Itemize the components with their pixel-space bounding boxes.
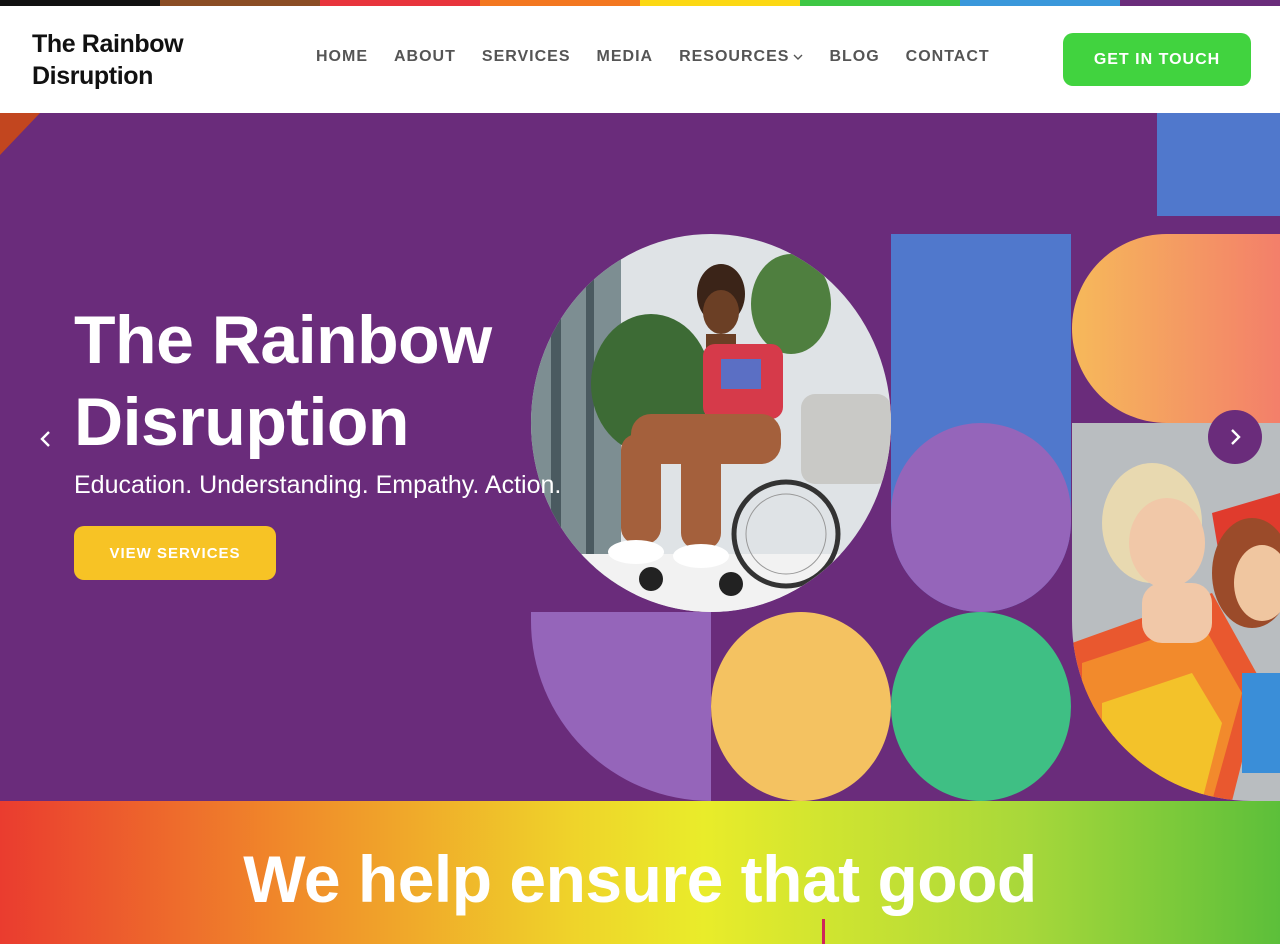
- main-nav: HOME ABOUT SERVICES MEDIA RESOURCES BLOG…: [316, 48, 1016, 66]
- hero-title: The Rainbow Disruption: [74, 299, 492, 463]
- text-cursor: [822, 919, 825, 944]
- nav-resources-label: RESOURCES: [679, 48, 790, 65]
- nav-contact[interactable]: CONTACT: [906, 48, 990, 66]
- view-services-button[interactable]: VIEW SERVICES: [74, 526, 276, 580]
- site-header: The Rainbow Disruption HOME ABOUT SERVIC…: [0, 6, 1280, 113]
- hero-tagline: Education. Understanding. Empathy. Actio…: [74, 471, 562, 499]
- mission-band: We help ensure that good: [0, 801, 1280, 944]
- chevron-down-icon: [793, 54, 803, 60]
- hero-title-line-1: The Rainbow: [74, 302, 492, 378]
- nav-services[interactable]: SERVICES: [482, 48, 571, 66]
- mission-heading: We help ensure that good: [243, 842, 1037, 916]
- hero-title-line-2: Disruption: [74, 384, 409, 460]
- nav-about[interactable]: ABOUT: [394, 48, 456, 66]
- hero-photo-pride-couple: [1072, 423, 1280, 801]
- lilac-pill-shape: [891, 423, 1071, 612]
- logo-line-2: Disruption: [32, 62, 153, 90]
- hero-photo-illustration: [531, 234, 891, 612]
- green-circle: [891, 612, 1071, 801]
- hero-slider: The Rainbow Disruption Education. Unders…: [0, 113, 1280, 801]
- peach-circle: [711, 612, 891, 801]
- logo-line-1: The Rainbow: [32, 30, 184, 58]
- hero-photo-wheelchair: [531, 234, 891, 612]
- nav-media[interactable]: MEDIA: [597, 48, 654, 66]
- chevron-right-icon: [1231, 429, 1241, 445]
- nav-blog[interactable]: BLOG: [829, 48, 879, 66]
- chevron-left-icon: [40, 431, 50, 447]
- slider-next-button[interactable]: [1208, 410, 1262, 464]
- slider-prev-button[interactable]: [30, 423, 62, 455]
- blue-top-right-block: [1157, 113, 1280, 216]
- pride-photo-illustration: [1072, 423, 1280, 801]
- get-in-touch-button[interactable]: GET IN TOUCH: [1063, 33, 1251, 86]
- nav-home[interactable]: HOME: [316, 48, 368, 66]
- gradient-half-circle: [1072, 234, 1280, 423]
- nav-resources[interactable]: RESOURCES: [679, 48, 803, 66]
- lilac-quarter-shape: [531, 612, 711, 801]
- corner-triangle-shape: [0, 113, 40, 155]
- site-logo[interactable]: The Rainbow Disruption: [32, 28, 184, 92]
